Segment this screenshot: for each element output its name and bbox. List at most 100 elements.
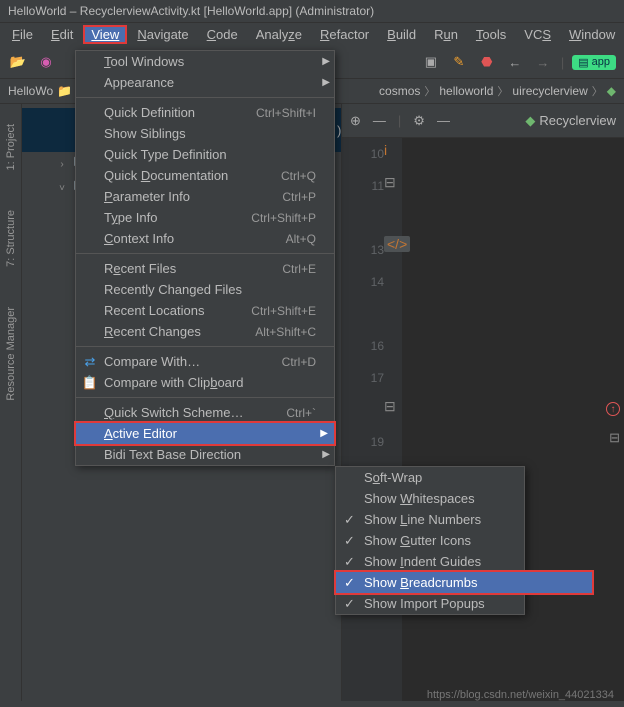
menu-item-quick-doc[interactable]: Quick DocumentationCtrl+Q: [76, 165, 336, 186]
menu-item-quick-switch[interactable]: Quick Switch Scheme…Ctrl+`: [76, 402, 336, 423]
line-number: 10: [342, 138, 384, 170]
forward-icon[interactable]: →: [533, 52, 553, 72]
menu-item-show-siblings[interactable]: Show Siblings: [76, 123, 336, 144]
sync-icon[interactable]: ◉: [36, 52, 56, 72]
editor-right-markers: ↑ ⊟: [600, 138, 624, 701]
submenu-arrow-icon: ▶: [322, 56, 330, 67]
submenu-soft-wrap[interactable]: Soft-Wrap: [336, 467, 596, 488]
error-up-icon[interactable]: ↑: [606, 402, 620, 416]
menu-item-type-info[interactable]: Type InfoCtrl+Shift+P: [76, 207, 336, 228]
xml-tag-icon[interactable]: </>: [384, 236, 410, 252]
submenu-show-line-numbers[interactable]: ✓Show Line Numbers: [336, 509, 596, 530]
menu-tools[interactable]: Tools: [468, 25, 514, 44]
menu-separator: [76, 397, 334, 398]
submenu-show-breadcrumbs[interactable]: ✓Show Breadcrumbs: [334, 570, 594, 595]
submenu-show-gutter-icons[interactable]: ✓Show Gutter Icons: [336, 530, 596, 551]
menu-edit[interactable]: Edit: [43, 25, 81, 44]
check-icon: ✓: [344, 554, 355, 570]
editor-toolbar-minus2-icon[interactable]: —: [437, 113, 450, 128]
fold-icon[interactable]: ⊟: [384, 174, 396, 191]
check-icon: ✓: [344, 512, 355, 528]
editor-toolbar-crosshair-icon[interactable]: ⊕: [350, 113, 361, 129]
editor-toolbar-minus-icon[interactable]: —: [373, 113, 386, 128]
menu-vcs[interactable]: VCS: [516, 25, 559, 44]
fold-icon[interactable]: ⊟: [384, 398, 396, 415]
crumb-cosmos[interactable]: cosmos: [379, 84, 420, 98]
expand-icon[interactable]: ›: [56, 159, 68, 170]
menu-window[interactable]: Window: [561, 25, 623, 44]
menu-code[interactable]: Code: [199, 25, 246, 44]
menu-navigate[interactable]: Navigate: [129, 25, 196, 44]
tab-project[interactable]: 1: Project: [5, 124, 17, 170]
open-icon[interactable]: 📂: [8, 52, 28, 72]
menu-analyze[interactable]: Analyze: [248, 25, 310, 44]
check-icon: ✓: [344, 575, 355, 591]
kotlin-file-icon: ◆: [525, 113, 535, 129]
menu-item-recent-locations[interactable]: Recent LocationsCtrl+Shift+E: [76, 300, 336, 321]
line-number: [342, 298, 384, 330]
check-icon: ✓: [344, 533, 355, 549]
menu-build[interactable]: Build: [379, 25, 424, 44]
submenu-arrow-icon: ▶: [320, 428, 328, 439]
crumb-file-icon[interactable]: ◆: [607, 84, 616, 98]
menu-file[interactable]: File: [4, 25, 41, 44]
line-number: [342, 394, 384, 426]
submenu-show-import-popups[interactable]: ✓Show Import Popups: [336, 593, 596, 614]
crumb-uirecyclerview[interactable]: uirecyclerview: [512, 84, 587, 98]
title-bar: HelloWorld – RecyclerviewActivity.kt [He…: [0, 0, 624, 23]
menu-item-compare-with[interactable]: ⇄Compare With…Ctrl+D: [76, 351, 336, 372]
menu-refactor[interactable]: Refactor: [312, 25, 377, 44]
menu-item-recently-changed[interactable]: Recently Changed Files: [76, 279, 336, 300]
menu-item-recent-files[interactable]: Recent FilesCtrl+E: [76, 258, 336, 279]
line-number: 17: [342, 362, 384, 394]
editor-tab[interactable]: ◆ Recyclerview: [525, 113, 616, 129]
edit-icon[interactable]: ✎: [449, 52, 469, 72]
line-number: [342, 202, 384, 234]
menu-item-active-editor[interactable]: Active Editor▶: [74, 421, 336, 446]
check-icon: ✓: [344, 596, 355, 612]
editor-gutter: 10 11 13 14 16 17 19 20 21 22: [342, 138, 402, 701]
avd-icon[interactable]: ▣: [421, 52, 441, 72]
menu-item-quick-definition[interactable]: Quick DefinitionCtrl+Shift+I: [76, 102, 336, 123]
line-number: 16: [342, 330, 384, 362]
menu-item-bidi[interactable]: Bidi Text Base Direction▶: [76, 444, 336, 465]
view-menu-popup: Tool Windows▶ Appearance▶ Quick Definiti…: [75, 50, 335, 466]
menu-separator: [76, 253, 334, 254]
menu-item-appearance[interactable]: Appearance▶: [76, 72, 336, 93]
run-config-selector[interactable]: ▤ app: [572, 55, 616, 70]
back-icon[interactable]: ←: [505, 52, 525, 72]
override-icon[interactable]: i: [384, 142, 387, 158]
tab-structure[interactable]: 7: Structure: [5, 210, 17, 267]
submenu-arrow-icon: ▶: [322, 449, 330, 460]
submenu-show-whitespaces[interactable]: Show Whitespaces: [336, 488, 596, 509]
menu-item-compare-clipboard[interactable]: 📋Compare with Clipboard: [76, 372, 336, 393]
menu-bar: File Edit View Navigate Code Analyze Ref…: [0, 23, 624, 46]
crumb-project[interactable]: HelloWo: [8, 84, 53, 98]
menu-item-parameter-info[interactable]: Parameter InfoCtrl+P: [76, 186, 336, 207]
menu-item-context-info[interactable]: Context InfoAlt+Q: [76, 228, 336, 249]
editor-toolbar-gear-icon[interactable]: ⚙: [413, 113, 425, 129]
crumb-helloworld[interactable]: helloworld: [439, 84, 493, 98]
menu-view[interactable]: View: [83, 25, 127, 44]
clipboard-diff-icon: 📋: [80, 375, 100, 391]
menu-separator: [76, 346, 334, 347]
window-title: HelloWorld – RecyclerviewActivity.kt [He…: [8, 4, 374, 18]
fold-icon[interactable]: ⊟: [609, 430, 620, 446]
line-number: 19: [342, 426, 384, 458]
menu-separator: [76, 97, 334, 98]
tab-resource-manager[interactable]: Resource Manager: [5, 307, 17, 401]
editor-tab-bar: ⊕ — | ⚙ — ◆ Recyclerview: [342, 104, 624, 138]
menu-run[interactable]: Run: [426, 25, 466, 44]
line-number: 13: [342, 234, 384, 266]
submenu-show-indent-guides[interactable]: ✓Show Indent Guides: [336, 551, 596, 572]
left-tool-tabs: 1: Project 7: Structure Resource Manager: [0, 104, 22, 701]
submenu-arrow-icon: ▶: [322, 77, 330, 88]
menu-item-tool-windows[interactable]: Tool Windows▶: [76, 51, 336, 72]
package-icon[interactable]: ⬣: [477, 52, 497, 72]
menu-item-quick-type-def[interactable]: Quick Type Definition: [76, 144, 336, 165]
menu-item-recent-changes[interactable]: Recent ChangesAlt+Shift+C: [76, 321, 336, 342]
diff-icon: ⇄: [80, 354, 100, 370]
watermark-text: https://blog.csdn.net/weixin_44021334: [427, 689, 614, 701]
collapse-icon[interactable]: ˅: [56, 183, 68, 194]
line-number: 14: [342, 266, 384, 298]
